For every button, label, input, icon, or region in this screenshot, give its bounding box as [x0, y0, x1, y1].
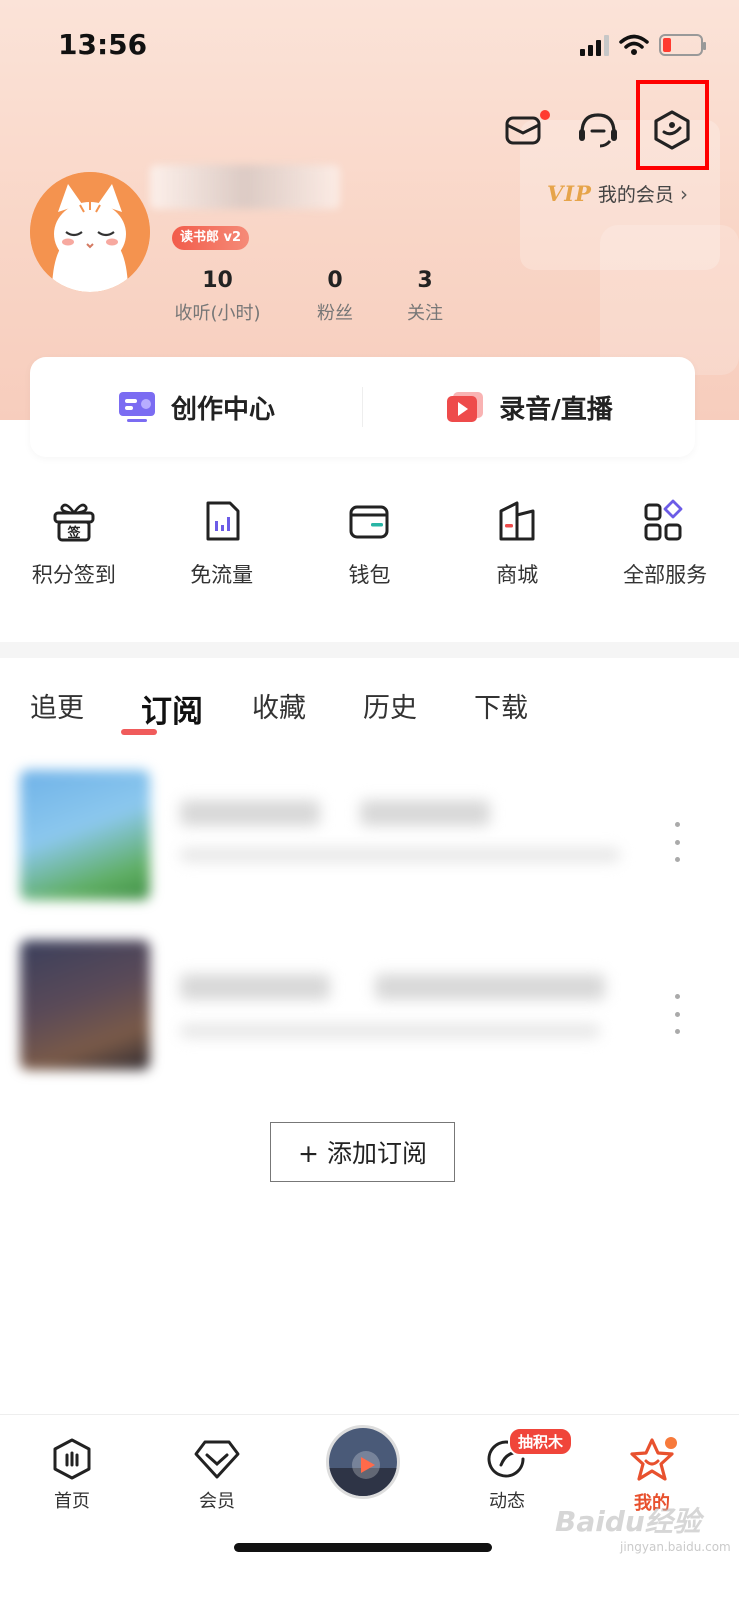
unread-dot	[540, 110, 550, 120]
service-label: 商城	[496, 563, 539, 587]
stat-value: 3	[417, 268, 433, 293]
creation-card: 创作中心 录音/直播	[30, 357, 695, 457]
active-tab-indicator	[121, 729, 157, 735]
tab-downloads[interactable]: 下载	[474, 686, 585, 731]
stat-value: 10	[202, 268, 233, 293]
stat-label: 关注	[407, 303, 443, 324]
blurred-title	[360, 800, 490, 826]
vip-link-label: 我的会员	[597, 184, 674, 206]
header-decoration	[600, 225, 739, 375]
home-indicator[interactable]	[234, 1543, 492, 1552]
cellular-signal-icon	[580, 34, 609, 56]
username-blurred	[150, 165, 340, 209]
service-label: 免流量	[190, 563, 254, 587]
services-row: 签 积分签到 免流量 钱包 商城 全部服务	[0, 497, 739, 589]
mail-icon[interactable]	[500, 106, 550, 154]
chevron-right-icon: ›	[679, 181, 688, 206]
service-label: 全部服务	[623, 563, 708, 587]
level-badge: 读书郎 v2	[172, 226, 250, 250]
more-options-icon[interactable]	[673, 994, 681, 1034]
blurred-title	[375, 974, 605, 1000]
all-services-icon	[644, 499, 683, 541]
tab-subscriptions[interactable]: 订阅	[141, 686, 252, 731]
avatar[interactable]	[30, 172, 150, 292]
vip-logo: VIP	[547, 181, 592, 206]
sign-in-gift-icon: 签	[53, 503, 95, 542]
sign-in-points-button[interactable]: 签 积分签到	[0, 497, 148, 589]
subscription-cover	[20, 770, 150, 900]
now-playing-button[interactable]	[326, 1425, 400, 1499]
stat-label: 收听(小时)	[174, 303, 261, 324]
stat-label: 粉丝	[317, 303, 353, 324]
nav-label: 首页	[54, 1491, 90, 1512]
service-label: 积分签到	[31, 563, 116, 587]
battery-icon	[659, 34, 706, 56]
home-icon	[53, 1438, 91, 1480]
add-subscription-button[interactable]: + 添加订阅	[270, 1122, 455, 1182]
nav-member[interactable]: 会员	[162, 1437, 272, 1513]
tab-favorites[interactable]: 收藏	[252, 686, 363, 731]
library-tabs: 追更 订阅 收藏 历史 下载	[30, 686, 585, 731]
data-free-icon	[206, 501, 240, 541]
my-membership-link[interactable]: VIP 我的会员 ›	[547, 180, 688, 207]
creation-center-label: 创作中心	[170, 394, 275, 425]
all-services-button[interactable]: 全部服务	[591, 497, 739, 589]
mall-icon	[499, 501, 535, 541]
headset-icon[interactable]	[574, 106, 622, 154]
profile-star-icon	[630, 1437, 677, 1481]
more-options-icon[interactable]	[673, 822, 681, 862]
feed-promo-badge: 抽积木	[508, 1427, 574, 1456]
wallet-icon	[349, 505, 389, 539]
status-indicators	[580, 34, 706, 56]
wallet-button[interactable]: 钱包	[296, 497, 444, 589]
profile-stats: 10 收听(小时) 0 粉丝 3 关注	[160, 268, 455, 325]
stat-followers[interactable]: 0 粉丝	[275, 268, 395, 325]
stat-value: 0	[327, 268, 343, 293]
svg-text:签: 签	[66, 525, 81, 541]
record-play-icon	[447, 392, 484, 422]
status-time: 13:56	[58, 28, 148, 61]
tab-history[interactable]: 历史	[363, 686, 474, 731]
free-data-button[interactable]: 免流量	[148, 497, 296, 589]
watermark: Baidu经验	[555, 1505, 701, 1538]
stat-listening-hours[interactable]: 10 收听(小时)	[160, 268, 275, 325]
blurred-subtitle	[180, 848, 620, 862]
blurred-title	[180, 800, 320, 826]
list-item[interactable]	[0, 770, 739, 920]
nav-home[interactable]: 首页	[17, 1437, 127, 1513]
record-live-button[interactable]: 录音/直播	[363, 389, 695, 426]
mall-button[interactable]: 商城	[443, 497, 591, 589]
blurred-subtitle	[180, 1024, 600, 1038]
settings-highlight-box	[636, 80, 709, 170]
nav-label: 会员	[199, 1491, 235, 1512]
section-divider	[0, 642, 739, 658]
nav-label: 动态	[489, 1491, 525, 1512]
watermark-url: jingyan.baidu.com	[620, 1540, 731, 1554]
service-label: 钱包	[348, 563, 391, 587]
tab-follow-updates[interactable]: 追更	[30, 686, 141, 731]
member-icon	[194, 1440, 240, 1479]
record-live-label: 录音/直播	[499, 394, 613, 425]
subscription-cover	[20, 940, 150, 1070]
creation-center-icon	[118, 392, 155, 422]
stat-following[interactable]: 3 关注	[395, 268, 455, 325]
blurred-title	[180, 974, 330, 1000]
wifi-icon	[619, 34, 649, 55]
creation-center-button[interactable]: 创作中心	[30, 389, 362, 426]
list-item[interactable]	[0, 940, 739, 1090]
